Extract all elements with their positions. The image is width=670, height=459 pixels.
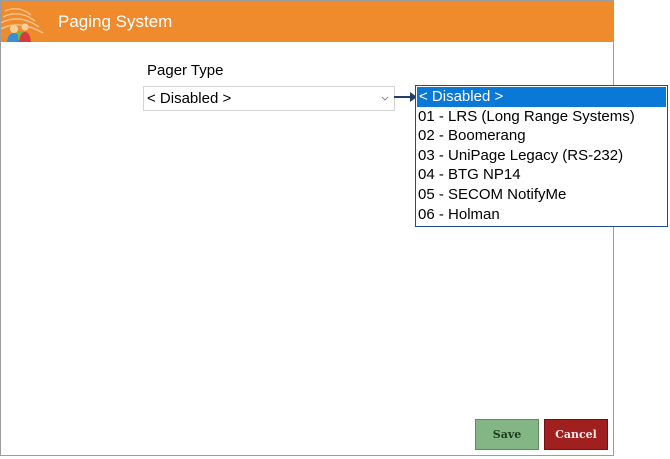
pager-type-select[interactable]: < Disabled > xyxy=(143,86,395,111)
dropdown-option-btg-np14[interactable]: 04 - BTG NP14 xyxy=(416,165,667,185)
save-button[interactable]: Save xyxy=(475,419,539,450)
paging-system-window: Paging System Pager Type < Disabled > xyxy=(0,0,614,456)
dropdown-option-boomerang[interactable]: 02 - Boomerang xyxy=(416,126,667,146)
pager-type-selected-value: < Disabled > xyxy=(147,90,232,107)
pager-type-label: Pager Type xyxy=(147,62,224,79)
chevron-down-icon xyxy=(381,96,389,101)
window-title: Paging System xyxy=(58,12,173,31)
dropdown-option-holman[interactable]: 06 - Holman xyxy=(416,205,667,225)
dropdown-option-disabled[interactable]: < Disabled > xyxy=(417,87,666,107)
title-bar: Paging System xyxy=(1,1,613,42)
paging-signal-icon xyxy=(1,8,44,42)
cancel-button[interactable]: Cancel xyxy=(544,419,608,450)
dropdown-option-lrs[interactable]: 01 - LRS (Long Range Systems) xyxy=(416,107,667,127)
dropdown-option-secom-notifyme[interactable]: 05 - SECOM NotifyMe xyxy=(416,185,667,205)
pager-type-dropdown-list: < Disabled > 01 - LRS (Long Range System… xyxy=(415,85,668,227)
dropdown-option-unipage-legacy[interactable]: 03 - UniPage Legacy (RS-232) xyxy=(416,146,667,166)
